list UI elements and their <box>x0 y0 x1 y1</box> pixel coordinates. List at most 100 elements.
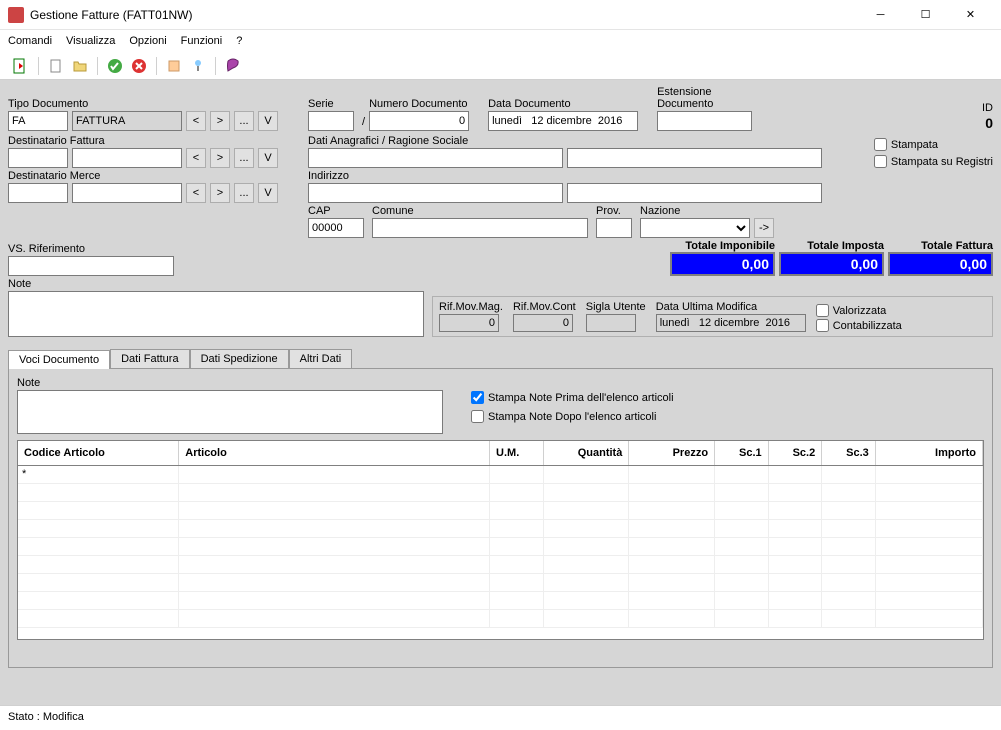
tipo-desc-input[interactable] <box>72 111 182 131</box>
menu-visualizza[interactable]: Visualizza <box>66 35 115 47</box>
note-input[interactable] <box>8 291 424 337</box>
tool1-icon[interactable] <box>165 57 183 75</box>
dest-merce-desc-input[interactable] <box>72 183 182 203</box>
table-row[interactable] <box>18 483 983 501</box>
vs-rif-input[interactable] <box>8 256 174 276</box>
dest-merce-browse-button[interactable]: ... <box>234 183 254 203</box>
dest-merce-code-input[interactable] <box>8 183 68 203</box>
tot-fattura-label: Totale Fattura <box>888 240 993 252</box>
dest-merce-prev-button[interactable]: < <box>186 183 206 203</box>
window-title: Gestione Fatture (FATT01NW) <box>30 8 858 22</box>
col-importo[interactable]: Importo <box>875 441 982 465</box>
rif-cont-label: Rif.Mov.Cont <box>513 301 576 313</box>
table-row[interactable] <box>18 573 983 591</box>
tool2-icon[interactable] <box>189 57 207 75</box>
tab-note-input[interactable] <box>17 390 443 434</box>
nazione-select[interactable] <box>640 218 750 238</box>
valorizzata-checkbox[interactable]: Valorizzata <box>816 304 902 317</box>
dest-fatt-v-button[interactable]: V <box>258 148 278 168</box>
ragione-label: Dati Anagrafici / Ragione Sociale <box>308 135 828 147</box>
new-icon[interactable] <box>47 57 65 75</box>
rif-mag-label: Rif.Mov.Mag. <box>439 301 503 313</box>
col-um[interactable]: U.M. <box>490 441 544 465</box>
titlebar: Gestione Fatture (FATT01NW) ─ ☐ ✕ <box>0 0 1001 30</box>
prov-input[interactable] <box>596 218 632 238</box>
toolbar <box>0 52 1001 80</box>
app-icon <box>8 7 24 23</box>
dest-fatt-next-button[interactable]: > <box>210 148 230 168</box>
col-articolo[interactable]: Articolo <box>179 441 490 465</box>
table-row[interactable] <box>18 555 983 573</box>
comune-label: Comune <box>372 205 592 217</box>
data-doc-input[interactable] <box>488 111 638 131</box>
table-row[interactable] <box>18 609 983 627</box>
contabilizzata-checkbox[interactable]: Contabilizzata <box>816 319 902 332</box>
confirm-icon[interactable] <box>106 57 124 75</box>
menu-comandi[interactable]: Comandi <box>8 35 52 47</box>
table-row[interactable] <box>18 537 983 555</box>
prov-label: Prov. <box>596 205 636 217</box>
tipo-code-input[interactable] <box>8 111 68 131</box>
stampa-note-dopo-checkbox[interactable]: Stampa Note Dopo l'elenco articoli <box>471 410 674 423</box>
tipo-prev-button[interactable]: < <box>186 111 206 131</box>
open-icon[interactable] <box>71 57 89 75</box>
data-mod-label: Data Ultima Modifica <box>656 301 806 313</box>
menubar: Comandi Visualizza Opzioni Funzioni ? <box>0 30 1001 52</box>
tot-imposta-value: 0,00 <box>779 252 884 276</box>
stampata-registri-checkbox[interactable]: Stampata su Registri <box>874 155 993 168</box>
col-sc3[interactable]: Sc.3 <box>822 441 876 465</box>
vs-rif-label: VS. Riferimento <box>8 243 178 255</box>
rif-cont-input <box>513 314 573 332</box>
estensione-label: Estensione Documento <box>657 86 757 110</box>
dest-fatt-browse-button[interactable]: ... <box>234 148 254 168</box>
ragione2-input[interactable] <box>567 148 822 168</box>
tab-dati-spedizione[interactable]: Dati Spedizione <box>190 349 289 368</box>
tipo-v-button[interactable]: V <box>258 111 278 131</box>
cancel-icon[interactable] <box>130 57 148 75</box>
stampa-note-prima-checkbox[interactable]: Stampa Note Prima dell'elenco articoli <box>471 391 674 404</box>
nazione-go-button[interactable]: -> <box>754 218 774 238</box>
dest-fatt-desc-input[interactable] <box>72 148 182 168</box>
statusbar: Stato : Modifica <box>0 705 1001 727</box>
menu-opzioni[interactable]: Opzioni <box>129 35 166 47</box>
tab-voci-documento[interactable]: Voci Documento <box>8 350 110 369</box>
indirizzo2-input[interactable] <box>567 183 822 203</box>
tipo-browse-button[interactable]: ... <box>234 111 254 131</box>
tab-dati-fattura[interactable]: Dati Fattura <box>110 349 189 368</box>
menu-funzioni[interactable]: Funzioni <box>181 35 223 47</box>
col-quantita[interactable]: Quantità <box>543 441 629 465</box>
tab-strip: Voci Documento Dati Fattura Dati Spedizi… <box>8 349 993 368</box>
cap-input[interactable] <box>308 218 364 238</box>
col-sc1[interactable]: Sc.1 <box>715 441 769 465</box>
comune-input[interactable] <box>372 218 588 238</box>
col-sc2[interactable]: Sc.2 <box>768 441 822 465</box>
tipo-next-button[interactable]: > <box>210 111 230 131</box>
maximize-button[interactable]: ☐ <box>903 1 948 29</box>
exit-icon[interactable] <box>12 57 30 75</box>
col-codice[interactable]: Codice Articolo <box>18 441 179 465</box>
minimize-button[interactable]: ─ <box>858 1 903 29</box>
dest-merce-v-button[interactable]: V <box>258 183 278 203</box>
dest-merce-next-button[interactable]: > <box>210 183 230 203</box>
numero-input[interactable] <box>369 111 469 131</box>
serie-input[interactable] <box>308 111 354 131</box>
dest-fatt-code-input[interactable] <box>8 148 68 168</box>
help-icon[interactable] <box>224 57 242 75</box>
estensione-input[interactable] <box>657 111 752 131</box>
tot-fattura-value: 0,00 <box>888 252 993 276</box>
serie-label: Serie <box>308 98 358 110</box>
note-label: Note <box>8 278 428 290</box>
menu-help[interactable]: ? <box>236 35 242 47</box>
table-row[interactable] <box>18 519 983 537</box>
table-row[interactable]: * <box>18 465 983 483</box>
col-prezzo[interactable]: Prezzo <box>629 441 715 465</box>
table-row[interactable] <box>18 501 983 519</box>
dest-fatt-prev-button[interactable]: < <box>186 148 206 168</box>
table-row[interactable] <box>18 591 983 609</box>
indirizzo1-input[interactable] <box>308 183 563 203</box>
stampata-checkbox[interactable]: Stampata <box>874 138 993 151</box>
ragione1-input[interactable] <box>308 148 563 168</box>
articles-grid[interactable]: Codice Articolo Articolo U.M. Quantità P… <box>17 440 984 640</box>
close-button[interactable]: ✕ <box>948 1 993 29</box>
tab-altri-dati[interactable]: Altri Dati <box>289 349 353 368</box>
